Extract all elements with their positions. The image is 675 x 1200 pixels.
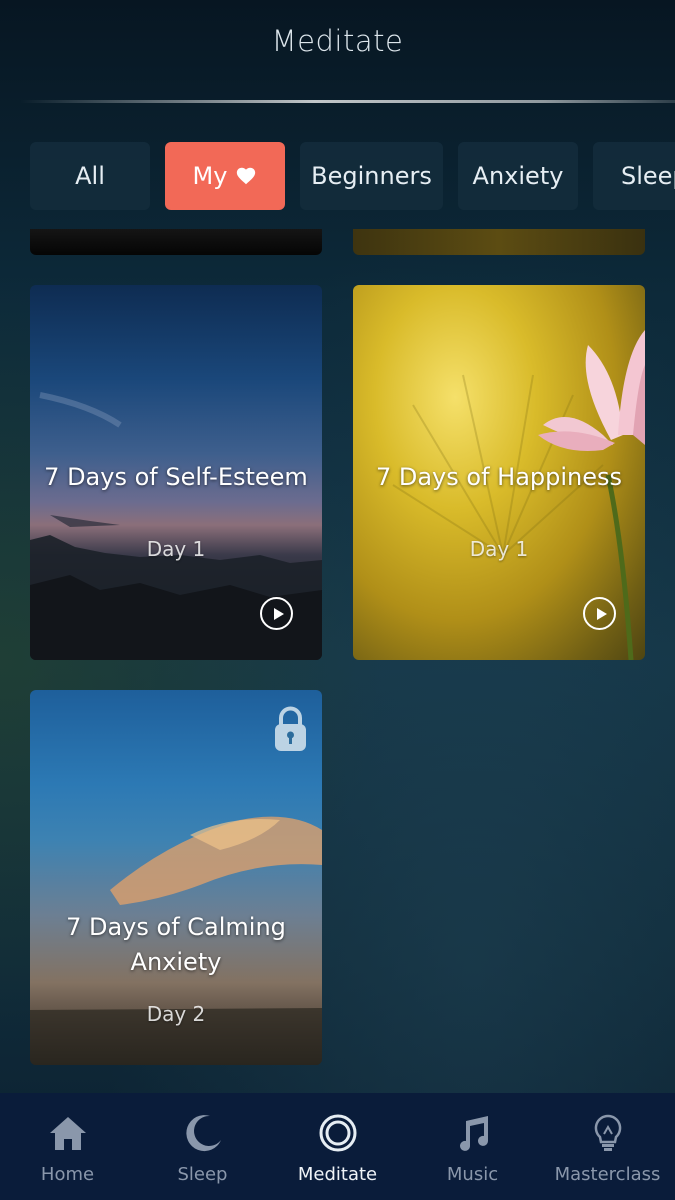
bottom-nav: Home Sleep Meditate Music Masterclass — [0, 1093, 675, 1200]
tab-beginners[interactable]: Beginners — [300, 142, 443, 210]
nav-label: Meditate — [297, 1164, 378, 1185]
meditate-circle-icon — [319, 1114, 356, 1152]
music-note-icon — [459, 1116, 488, 1151]
card-title-line-1: 7 Days of Calming — [66, 913, 286, 941]
nav-masterclass[interactable]: Masterclass — [540, 1093, 675, 1200]
nav-music[interactable]: Music — [405, 1093, 540, 1200]
play-icon[interactable] — [260, 597, 293, 630]
nav-label: Masterclass — [554, 1164, 661, 1185]
card-self-esteem[interactable]: 7 Days of Self-Esteem Day 1 — [30, 285, 322, 660]
nav-label: Home — [40, 1164, 95, 1185]
card-day: Day 2 — [146, 1002, 206, 1026]
play-icon[interactable] — [583, 597, 616, 630]
page-title: Meditate — [271, 24, 404, 58]
lock-icon — [275, 706, 306, 751]
card-title: 7 Days of Self-Esteem — [44, 463, 308, 491]
card-title: 7 Days of Happiness — [375, 463, 623, 491]
tab-label: Beginners — [311, 162, 432, 190]
tab-label: Anxiety — [472, 162, 564, 190]
card-happiness[interactable]: 7 Days of Happiness Day 1 — [353, 285, 645, 660]
header: Meditate — [0, 0, 675, 103]
card-partial-right[interactable] — [353, 229, 645, 255]
nav-home[interactable]: Home — [0, 1093, 135, 1200]
card-calming-anxiety[interactable]: 7 Days of Calming Anxiety Day 2 — [30, 690, 322, 1065]
tab-label: Sleep — [621, 162, 675, 190]
card-day: Day 1 — [469, 537, 529, 561]
nav-sleep[interactable]: Sleep — [135, 1093, 270, 1200]
lightbulb-icon — [594, 1114, 621, 1151]
category-tabs[interactable]: All My Beginners Anxiety Sleep — [30, 142, 675, 210]
card-partial-left[interactable] — [30, 229, 322, 255]
tab-label: My — [192, 162, 228, 190]
tab-label: All — [75, 162, 105, 190]
moon-icon — [185, 1115, 221, 1152]
tab-all[interactable]: All — [30, 142, 150, 210]
nav-label: Sleep — [177, 1164, 228, 1185]
tab-my[interactable]: My — [165, 142, 285, 210]
nav-meditate[interactable]: Meditate — [270, 1093, 405, 1200]
header-divider — [20, 100, 675, 103]
home-icon — [49, 1117, 86, 1150]
tab-anxiety[interactable]: Anxiety — [458, 142, 578, 210]
card-day: Day 1 — [146, 537, 206, 561]
tab-sleep[interactable]: Sleep — [593, 142, 675, 210]
nav-label: Music — [446, 1164, 499, 1185]
card-title-line-2: Anxiety — [130, 948, 222, 976]
heart-icon — [237, 167, 256, 185]
